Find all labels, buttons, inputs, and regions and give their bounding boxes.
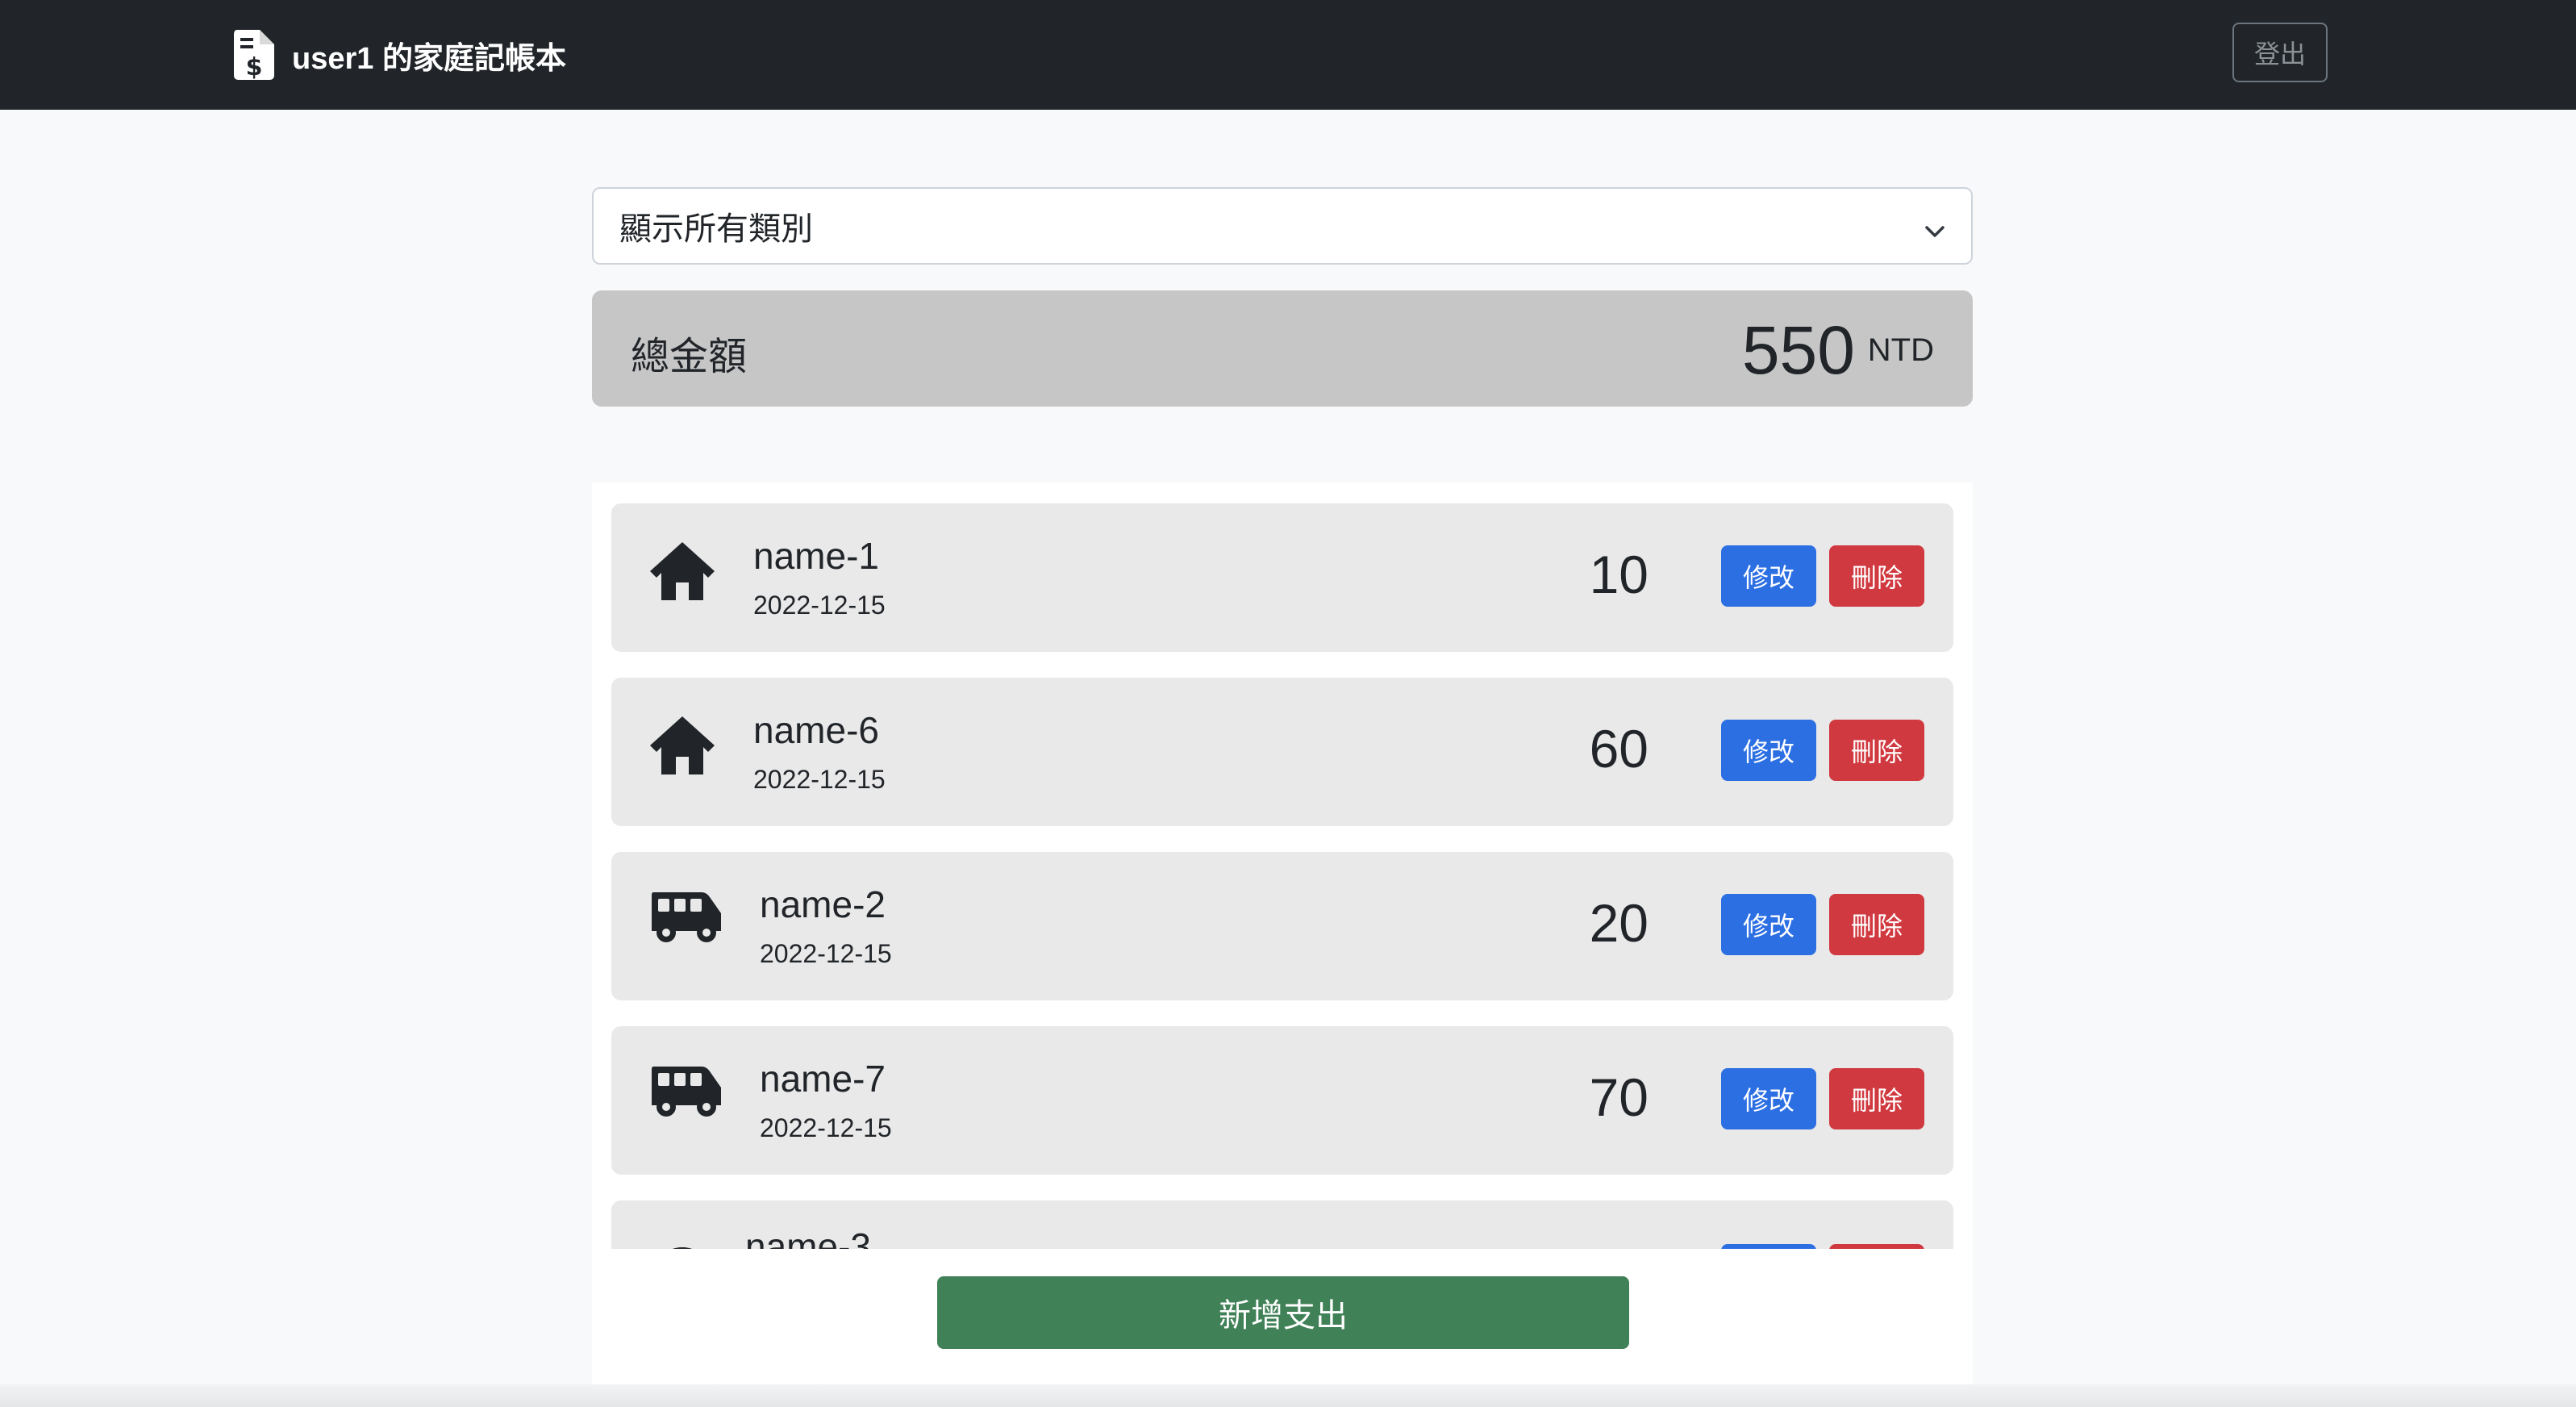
edit-button[interactable] <box>1721 1244 1816 1249</box>
delete-button[interactable]: 刪除 <box>1829 894 1924 955</box>
total-amount: 550 <box>1741 312 1855 388</box>
expense-amount: 20 <box>1589 893 1649 953</box>
expense-name: name-1 <box>753 535 879 577</box>
category-select[interactable]: 顯示所有類別 <box>592 187 1973 265</box>
expense-date: 2022-12-15 <box>760 1113 892 1142</box>
category-select-value: 顯示所有類別 <box>619 211 813 248</box>
expense-name: name-6 <box>753 709 879 751</box>
bottom-edge <box>0 1384 2576 1407</box>
edit-button[interactable]: 修改 <box>1721 720 1816 781</box>
logout-button[interactable]: 登出 <box>2232 23 2328 82</box>
expense-list[interactable]: name-1 2022-12-15 10 修改 刪除 name-6 2022-1… <box>592 482 1973 1249</box>
expense-amount: 60 <box>1589 719 1649 779</box>
expense-date: 2022-12-15 <box>760 939 892 968</box>
edit-button[interactable]: 修改 <box>1721 545 1816 607</box>
navbar: $ user1 的家庭記帳本 登出 <box>0 0 2576 110</box>
expense-item: name-3 <box>611 1200 1953 1249</box>
delete-button[interactable]: 刪除 <box>1829 545 1924 607</box>
file-invoice-dollar-icon: $ <box>234 30 274 80</box>
expense-date: 2022-12-15 <box>753 765 886 794</box>
expense-item: name-7 2022-12-15 70 修改 刪除 <box>611 1026 1953 1175</box>
expense-date: 2022-12-15 <box>753 591 886 620</box>
delete-button[interactable] <box>1829 1244 1924 1249</box>
total-unit: NTD <box>1867 332 1934 368</box>
total-label: 總金額 <box>631 334 748 379</box>
edit-button[interactable]: 修改 <box>1721 1068 1816 1129</box>
home-icon <box>648 715 716 780</box>
entertainment-icon <box>648 1246 716 1249</box>
chevron-down-icon <box>1923 215 1947 252</box>
home-icon <box>648 541 716 606</box>
expense-name: name-3 <box>745 1225 871 1249</box>
edit-button[interactable]: 修改 <box>1721 894 1816 955</box>
shuttle-van-icon <box>648 889 724 948</box>
svg-text:$: $ <box>246 53 263 80</box>
expense-name: name-2 <box>760 883 886 925</box>
expense-list-panel: name-1 2022-12-15 10 修改 刪除 name-6 2022-1… <box>592 482 1973 1384</box>
brand[interactable]: $ user1 的家庭記帳本 <box>234 24 566 86</box>
expense-item: name-6 2022-12-15 60 修改 刪除 <box>611 678 1953 826</box>
total-panel: 總金額 550 NTD <box>592 290 1973 407</box>
expense-amount: 70 <box>1589 1067 1649 1127</box>
expense-amount: 10 <box>1589 545 1649 604</box>
delete-button[interactable]: 刪除 <box>1829 720 1924 781</box>
delete-button[interactable]: 刪除 <box>1829 1068 1924 1129</box>
expense-name: name-7 <box>760 1058 886 1100</box>
shuttle-van-icon <box>648 1063 724 1122</box>
brand-title: user1 的家庭記帳本 <box>292 41 566 76</box>
expense-item: name-1 2022-12-15 10 修改 刪除 <box>611 503 1953 652</box>
expense-item: name-2 2022-12-15 20 修改 刪除 <box>611 852 1953 1000</box>
add-expense-button[interactable]: 新增支出 <box>937 1276 1629 1349</box>
